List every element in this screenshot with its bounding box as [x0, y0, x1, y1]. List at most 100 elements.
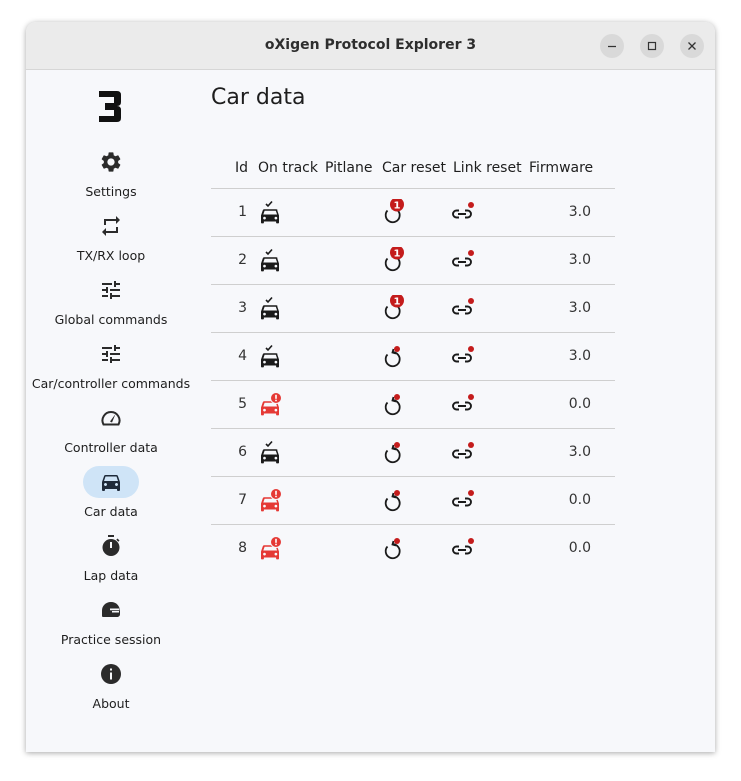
car-on-track-icon [256, 439, 284, 467]
nav-car-controller-commands[interactable]: Car/controller commands [26, 338, 196, 396]
link-reset-button[interactable] [448, 439, 476, 467]
nav-label: About [92, 696, 130, 711]
cell-id: 2 [238, 252, 247, 268]
svg-text:1: 1 [394, 201, 401, 212]
link-icon [448, 202, 476, 231]
nav-label: Settings [85, 184, 137, 199]
car-error-icon [256, 535, 284, 563]
car-error-icon [256, 487, 284, 515]
nav-label: Car data [84, 504, 138, 519]
link-reset-button[interactable] [448, 295, 476, 323]
link-icon [448, 298, 476, 327]
link-icon [448, 250, 476, 279]
link-icon [448, 490, 476, 519]
nav-practice-session[interactable]: Practice session [26, 594, 196, 652]
cell-firmware: 3.0 [568, 348, 591, 364]
cell-firmware: 3.0 [568, 204, 591, 220]
sliders-icon [102, 281, 120, 299]
column-header-car-reset: Car reset [382, 160, 447, 176]
cell-firmware: 3.0 [568, 444, 591, 460]
table-row: 3 1 3.0 [211, 284, 615, 333]
car-reset-button[interactable]: 1 [377, 199, 405, 227]
app-logo [99, 91, 121, 122]
app-window: oXigen Protocol Explorer 3 Settings TX/R… [26, 22, 715, 752]
link-reset-button[interactable] [448, 247, 476, 275]
table-row: 8 0.0 [211, 524, 615, 573]
stopwatch-icon [102, 535, 120, 556]
nav-label: Controller data [64, 440, 158, 455]
column-header-pitlane: Pitlane [325, 160, 373, 176]
column-header-on-track: On track [258, 160, 318, 176]
table-row: 4 3.0 [211, 332, 615, 381]
nav-label: Lap data [83, 568, 139, 583]
link-reset-button[interactable] [448, 343, 476, 371]
car-reset-button[interactable] [377, 439, 405, 467]
maximize-button[interactable] [640, 34, 664, 58]
cell-firmware: 3.0 [568, 300, 591, 316]
gear-icon [101, 152, 121, 172]
car-reset-button[interactable] [377, 535, 405, 563]
link-icon [448, 442, 476, 471]
car-on-track-icon [256, 343, 284, 371]
cell-id: 1 [238, 204, 247, 220]
nav-car-data[interactable]: Car data [26, 466, 196, 524]
cell-id: 4 [238, 348, 247, 364]
minimize-button[interactable] [600, 34, 624, 58]
nav-label: Practice session [60, 632, 162, 647]
helmet-icon [102, 602, 120, 617]
nav-label: Car/controller commands [31, 376, 191, 391]
cell-id: 8 [238, 540, 247, 556]
car-reset-button[interactable] [377, 487, 405, 515]
cell-firmware: 0.0 [568, 540, 591, 556]
cell-firmware: 0.0 [568, 396, 591, 412]
sliders-icon [102, 345, 120, 363]
table-row: 5 0.0 [211, 380, 615, 429]
cell-id: 3 [238, 300, 247, 316]
main-content: Car data Id On track Pitlane Car reset L… [196, 70, 715, 752]
svg-text:1: 1 [394, 249, 401, 260]
link-reset-button[interactable] [448, 199, 476, 227]
link-reset-button[interactable] [448, 535, 476, 563]
nav-global-commands[interactable]: Global commands [26, 274, 196, 332]
cell-firmware: 3.0 [568, 252, 591, 268]
column-header-link-reset: Link reset [453, 160, 522, 176]
nav-label: Global commands [54, 312, 168, 327]
page-title: Car data [211, 85, 306, 110]
nav-lap-data[interactable]: Lap data [26, 530, 196, 588]
cell-firmware: 0.0 [568, 492, 591, 508]
navigation-rail: Settings TX/RX loop Global commands Car/… [26, 70, 196, 752]
car-reset-button[interactable] [377, 343, 405, 371]
nav-about[interactable]: About [26, 658, 196, 716]
info-icon [101, 664, 121, 684]
car-icon [102, 475, 120, 491]
link-icon [448, 346, 476, 375]
link-icon [448, 538, 476, 567]
close-button[interactable] [680, 34, 704, 58]
link-reset-button[interactable] [448, 391, 476, 419]
car-error-icon [256, 391, 284, 419]
car-reset-button[interactable]: 1 [377, 247, 405, 275]
car-reset-button[interactable]: 1 [377, 295, 405, 323]
nav-controller-data[interactable]: Controller data [26, 402, 196, 460]
repeat-icon [102, 216, 120, 236]
car-on-track-icon [256, 295, 284, 323]
car-reset-button[interactable] [377, 391, 405, 419]
svg-text:1: 1 [394, 297, 401, 308]
car-on-track-icon [256, 247, 284, 275]
link-icon [448, 394, 476, 423]
title-bar[interactable]: oXigen Protocol Explorer 3 [26, 22, 715, 70]
cell-id: 7 [238, 492, 247, 508]
nav-settings[interactable]: Settings [26, 146, 196, 204]
table-row: 6 3.0 [211, 428, 615, 477]
minimize-icon [608, 45, 616, 48]
column-header-id: Id [235, 160, 249, 176]
cell-id: 6 [238, 444, 247, 460]
nav-tx-rx-loop[interactable]: TX/RX loop [26, 210, 196, 268]
speedometer-icon [101, 411, 121, 426]
car-on-track-icon [256, 199, 284, 227]
column-header-firmware: Firmware [529, 160, 594, 176]
close-icon [688, 42, 696, 50]
table-row: 2 1 3.0 [211, 236, 615, 285]
table-row: 7 0.0 [211, 476, 615, 525]
link-reset-button[interactable] [448, 487, 476, 515]
